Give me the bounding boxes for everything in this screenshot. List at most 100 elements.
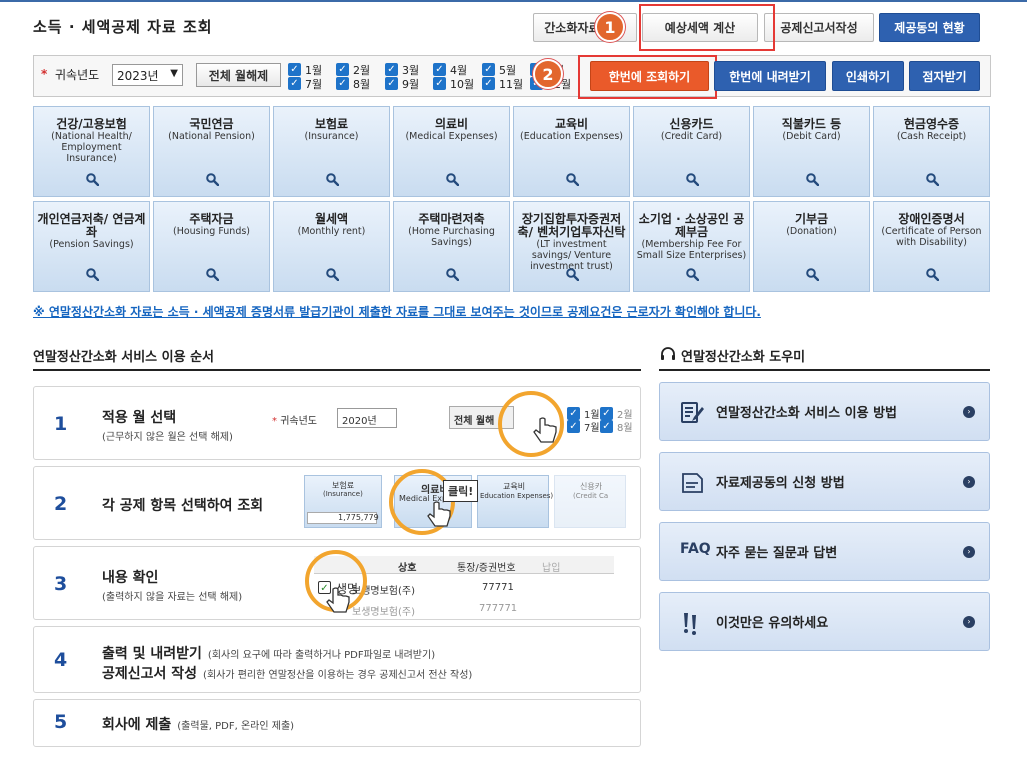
step-number: 1 [54,413,68,435]
month-label: 10월 [450,78,475,91]
help-item-label: 자료제공동의 신청 방법 [716,476,845,491]
deduction-tile[interactable]: 개인연금저축/ 연금계좌 (Pension Savings) [33,201,150,292]
step-1: 1 적용 월 선택 (근무하지 않은 월은 선택 해제) * 귀속년도 2020… [33,386,641,460]
help-faq-button[interactable]: FAQ 자주 묻는 질문과 답변 › [659,522,990,581]
magnifier-icon [206,171,220,187]
tile-subtitle: (Education Expenses) [520,131,623,142]
tile-title: 개인연금저축/ 연금계좌 [37,212,146,239]
tile-subtitle: (Home Purchasing Savings) [408,226,495,248]
help-item-label: 자주 묻는 질문과 답변 [716,546,838,561]
help-consent-button[interactable]: 자료제공동의 신청 방법 › [659,452,990,511]
tile-title: 주택마련저축 [418,212,485,226]
deduction-tile[interactable]: 월세액 (Monthly rent) [273,201,390,292]
tile-subtitle: (Certificate of Person with Disability) [881,226,982,248]
month-checkbox-5[interactable]: ✓ [482,63,495,76]
step-4: 4 출력 및 내려받기 (회사의 요구에 따라 출력하거나 PDF파일로 내려받기… [33,626,641,693]
magnifier-icon [926,171,940,187]
month-checkbox-9[interactable]: ✓ [385,77,398,90]
braille-button[interactable]: 점자받기 [909,61,980,91]
notice-link[interactable]: ※ 연말정산간소화 자료는 소득 · 세액공제 증명서류 발급기관이 제출한 자… [33,303,761,320]
ill-year-label: * 귀속년도 [272,416,317,427]
deduction-tile[interactable]: 신용카드 (Credit Card) [633,106,750,197]
ill-checkbox: ✓ [567,407,580,420]
step-number: 2 [54,493,68,515]
ill-tile-education: 교육비 Education Expenses) [477,475,553,528]
help-usage-button[interactable]: 연말정산간소화 서비스 이용 방법 › [659,382,990,441]
step-title-2: 공제신고서 작성 (회사가 편리한 연말정산을 이용하는 경우 공제신고서 전산 … [102,666,473,682]
steps-section-title: 연말정산간소화 서비스 이용 순서 [33,350,215,365]
hand-cursor-icon [326,587,350,613]
chevron-right-icon: › [963,616,975,628]
tile-subtitle: (Housing Funds) [172,226,251,237]
tile-title: 주택자금 [189,212,234,226]
help-caution-button[interactable]: 이것만은 유의하세요 › [659,592,990,651]
magnifier-icon [686,266,700,282]
step-title: 회사에 제출 (출력물, PDF, 온라인 제출) [102,717,295,733]
magnifier-icon [566,266,580,282]
headset-icon [661,347,675,360]
magnifier-icon [566,171,580,187]
consent-status-button[interactable]: 제공동의 현황 [879,13,980,42]
step-number: 3 [54,573,68,595]
step-badge-1: 1 [595,12,625,42]
deduction-tile[interactable]: 건강/고용보험 (National Health/ Employment Insu… [33,106,150,197]
step-2: 2 각 공제 항목 선택하여 조회 보험료 (Insurance) 1,775,… [33,466,641,540]
deduction-tile[interactable]: 현금영수증 (Cash Receipt) [873,106,990,197]
toggle-all-months-button[interactable]: 전체 월해제 [196,63,281,87]
deduction-tile[interactable]: 교육비 (Education Expenses) [513,106,630,197]
document-icon [682,473,703,493]
magnifier-icon [206,266,220,282]
hand-cursor-icon [533,417,557,443]
chevron-right-icon: › [963,476,975,488]
month-label: 7월 [305,78,323,91]
month-checkbox-1[interactable]: ✓ [288,63,301,76]
tile-title: 신용카드 [669,117,714,131]
tile-title: 소기업 · 소상공인 공제부금 [638,212,745,239]
year-select[interactable]: 2023년 ▼ [112,64,183,86]
tile-subtitle: (Donation) [786,226,837,237]
month-label: 11월 [499,78,524,91]
magnifier-icon [86,171,100,187]
deduction-tile[interactable]: 장기집합투자증권저축/ 벤처기업투자신탁 (LT investment savin… [513,201,630,292]
print-button[interactable]: 인쇄하기 [832,61,904,91]
tile-title: 보험료 [314,117,349,131]
deduction-form-button[interactable]: 공제신고서작성 [764,13,874,42]
deduction-tile[interactable]: 주택마련저축 (Home Purchasing Savings) [393,201,510,292]
deduction-tile[interactable]: 의료비 (Medical Expenses) [393,106,510,197]
deduction-tile[interactable]: 장애인증명서 (Certificate of Person with Disabi… [873,201,990,292]
tile-title: 국민연금 [189,117,234,131]
deduction-tile[interactable]: 소기업 · 소상공인 공제부금 (Membership Fee For Small… [633,201,750,292]
tile-subtitle: (Membership Fee For Small Size Enterpris… [636,239,747,261]
deduction-tile[interactable]: 보험료 (Insurance) [273,106,390,197]
deduction-tile[interactable]: 기부금 (Donation) [753,201,870,292]
document-edit-icon [681,402,704,423]
month-checkbox-11[interactable]: ✓ [482,77,495,90]
step-title: 각 공제 항목 선택하여 조회 [102,498,264,514]
step-subtitle: (근무하지 않은 월은 선택 해제) [102,432,233,443]
month-checkbox-8[interactable]: ✓ [336,77,349,90]
required-mark: * [41,67,48,81]
tile-title: 장기집합투자증권저축/ 벤처기업투자신탁 [517,212,626,239]
tile-subtitle: (Pension Savings) [49,239,134,250]
download-all-button[interactable]: 한번에 내려받기 [714,61,826,91]
tile-title: 직불카드 등 [781,117,842,131]
step-5: 5 회사에 제출 (출력물, PDF, 온라인 제출) [33,699,641,747]
step-title: 내용 확인 [102,570,159,586]
page-title: 소득 · 세액공제 자료 조회 [33,18,213,36]
step-subtitle: (출력하지 않을 자료는 선택 해제) [102,592,243,603]
month-checkbox-7[interactable]: ✓ [288,77,301,90]
divider [659,369,990,371]
deduction-tile[interactable]: 주택자금 (Housing Funds) [153,201,270,292]
magnifier-icon [86,266,100,282]
tile-subtitle: (Debit Card) [782,131,841,142]
month-checkbox-3[interactable]: ✓ [385,63,398,76]
month-checkbox-4[interactable]: ✓ [433,63,446,76]
highlight-box-2 [578,55,717,99]
month-checkbox-2[interactable]: ✓ [336,63,349,76]
deduction-tile[interactable]: 직불카드 등 (Debit Card) [753,106,870,197]
month-checkbox-10[interactable]: ✓ [433,77,446,90]
chevron-right-icon: › [963,546,975,558]
tile-subtitle: (Credit Card) [660,131,723,142]
magnifier-icon [446,171,460,187]
deduction-tile[interactable]: 국민연금 (National Pension) [153,106,270,197]
